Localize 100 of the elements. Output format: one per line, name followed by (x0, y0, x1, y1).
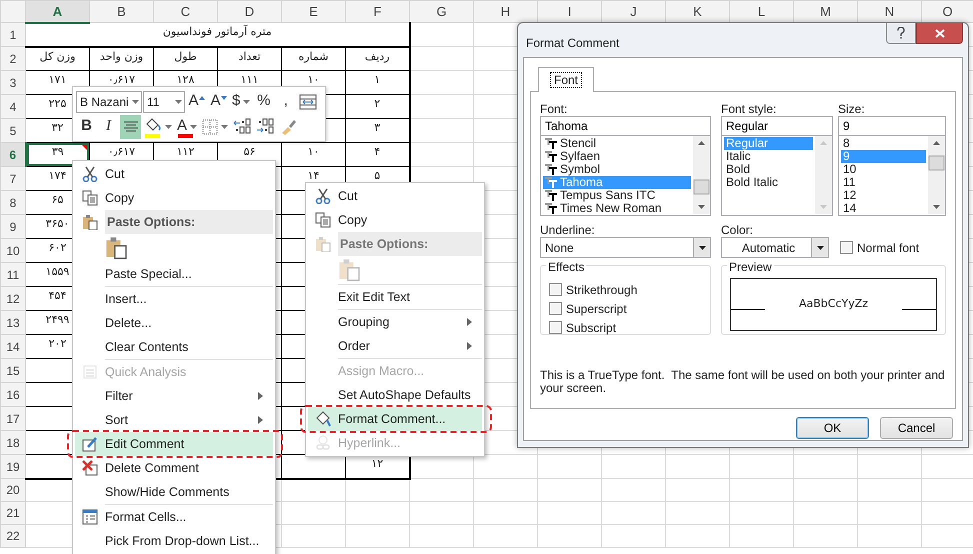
row-header[interactable]: 3 (0, 70, 26, 94)
scissors-icon (315, 188, 331, 204)
close-button[interactable] (916, 23, 963, 44)
column-header[interactable]: E (282, 0, 346, 22)
list-item[interactable]: 14 (841, 202, 926, 215)
input-field[interactable]: 9 (838, 116, 946, 136)
column-header[interactable]: I (538, 0, 602, 22)
row-header[interactable]: 15 (0, 358, 26, 382)
input-field[interactable]: Tahoma (540, 116, 711, 136)
column-header[interactable]: K (666, 0, 730, 22)
section-heading: Paste Options: (105, 210, 273, 234)
column-header[interactable]: N (858, 0, 922, 22)
truetype-icon (545, 164, 557, 175)
checkbox[interactable] (549, 302, 562, 315)
list-item[interactable]: 11 (841, 176, 926, 189)
row-header[interactable]: 4 (0, 94, 26, 118)
row-header[interactable]: 14 (0, 334, 26, 358)
checkbox-label: Normal font (857, 240, 920, 256)
row-header[interactable]: 22 (0, 524, 26, 548)
column-header[interactable]: D (218, 0, 282, 22)
column-header[interactable]: A (26, 0, 90, 22)
list-box[interactable]: 8 9 10 11 12 14 (838, 136, 946, 216)
row-header[interactable]: 11 (0, 262, 26, 286)
list-item[interactable]: 12 (841, 189, 926, 202)
row-header[interactable]: 16 (0, 382, 26, 406)
section-heading: Paste Options: (338, 232, 482, 256)
column-header[interactable]: G (410, 0, 474, 22)
list-item[interactable]: 8 (841, 137, 926, 150)
menu-item[interactable]: Show/Hide Comments (75, 480, 273, 504)
checkbox-label: Strikethrough (566, 282, 638, 298)
menu-item[interactable]: Copy (308, 208, 482, 232)
input-field[interactable]: Regular (721, 116, 833, 136)
toolbar-button[interactable]: A (175, 114, 200, 138)
ok-button[interactable]: OK (796, 417, 869, 439)
list-item[interactable]: Times New Roman (543, 202, 691, 215)
menu-item[interactable]: Format Comment... (308, 407, 482, 431)
row-header[interactable]: 5 (0, 118, 26, 142)
table-cell: ۲ (346, 94, 410, 118)
list-box[interactable]: Stencil Sylfaen Symbol Tahoma Tempus Sans ITC Times New Roman (540, 136, 711, 216)
row-header[interactable]: 20 (0, 478, 26, 502)
list-item[interactable]: 10 (841, 163, 926, 176)
paste-button[interactable] (105, 236, 127, 260)
menu-item[interactable]: Set AutoShape Defaults (308, 383, 482, 407)
menu-item[interactable]: Grouping (308, 310, 482, 334)
row-header[interactable]: 2 (0, 46, 26, 70)
center-align-icon (122, 118, 138, 134)
row-header[interactable]: 7 (0, 166, 26, 190)
combo-box[interactable]: 11 (143, 90, 185, 112)
list-box[interactable]: Regular Italic Bold Bold Italic (721, 136, 833, 216)
table-cell: شماره (282, 46, 346, 70)
row-header[interactable]: 8 (0, 190, 26, 214)
toolbar-button[interactable] (120, 114, 141, 138)
column-header[interactable]: L (730, 0, 794, 22)
column-header[interactable]: B (90, 0, 154, 22)
menu-item[interactable]: Filter (75, 384, 273, 408)
checkbox[interactable] (549, 283, 562, 296)
row-header[interactable]: 12 (0, 286, 26, 310)
row-header[interactable]: 6 (0, 142, 26, 166)
row-header[interactable]: 18 (0, 430, 26, 454)
menu-item[interactable]: Order (308, 334, 482, 358)
combo-box[interactable]: B Nazani (76, 90, 142, 112)
help-button[interactable] (886, 23, 916, 44)
menu-item[interactable]: Delete Comment (75, 456, 273, 480)
info-text: This is a TrueType font. The same font will be used on both your printer and your screen. (540, 369, 946, 395)
scissors-icon (82, 166, 98, 182)
list-item[interactable]: Bold Italic (724, 176, 813, 189)
list-item[interactable]: Symbol (543, 163, 691, 176)
column-header[interactable]: C (154, 0, 218, 22)
tab[interactable]: Font (538, 67, 594, 92)
list-item[interactable]: Stencil (543, 137, 691, 150)
row-header[interactable]: 19 (0, 454, 26, 478)
field-label: Size: (838, 101, 866, 116)
column-header[interactable]: M (794, 0, 858, 22)
column-header[interactable]: J (602, 0, 666, 22)
menu-item[interactable]: Pick From Drop-down List... (75, 529, 273, 553)
dropdown[interactable]: None (540, 237, 711, 258)
row-header[interactable]: 1 (0, 22, 26, 46)
column-header[interactable]: F (346, 0, 410, 22)
menu-item[interactable]: Format Cells... (75, 505, 273, 529)
column-header[interactable]: H (474, 0, 538, 22)
list-item[interactable]: Italic (724, 150, 813, 163)
list-item[interactable]: Tempus Sans ITC (543, 189, 691, 202)
list-item[interactable]: Sylfaen (543, 150, 691, 163)
row-header[interactable]: 10 (0, 238, 26, 262)
row-header[interactable]: 21 (0, 502, 26, 524)
table-cell: تعداد (218, 46, 282, 70)
menu-item[interactable]: Exit Edit Text (308, 285, 482, 309)
row-header[interactable]: 17 (0, 406, 26, 430)
table-cell: ۱ (346, 70, 410, 94)
column-header[interactable]: O (922, 0, 973, 22)
checkbox[interactable] (840, 241, 853, 254)
row-header[interactable]: 13 (0, 310, 26, 334)
menu-item[interactable]: Edit Comment (75, 432, 273, 456)
checkbox[interactable] (549, 321, 562, 334)
toolbar-button[interactable]: I (98, 114, 119, 138)
list-item[interactable]: Bold (724, 163, 813, 176)
cancel-button[interactable]: Cancel (880, 417, 953, 439)
row-header[interactable]: 9 (0, 214, 26, 238)
menu-item[interactable]: Sort (75, 408, 273, 432)
dropdown[interactable]: Automatic (721, 237, 829, 258)
